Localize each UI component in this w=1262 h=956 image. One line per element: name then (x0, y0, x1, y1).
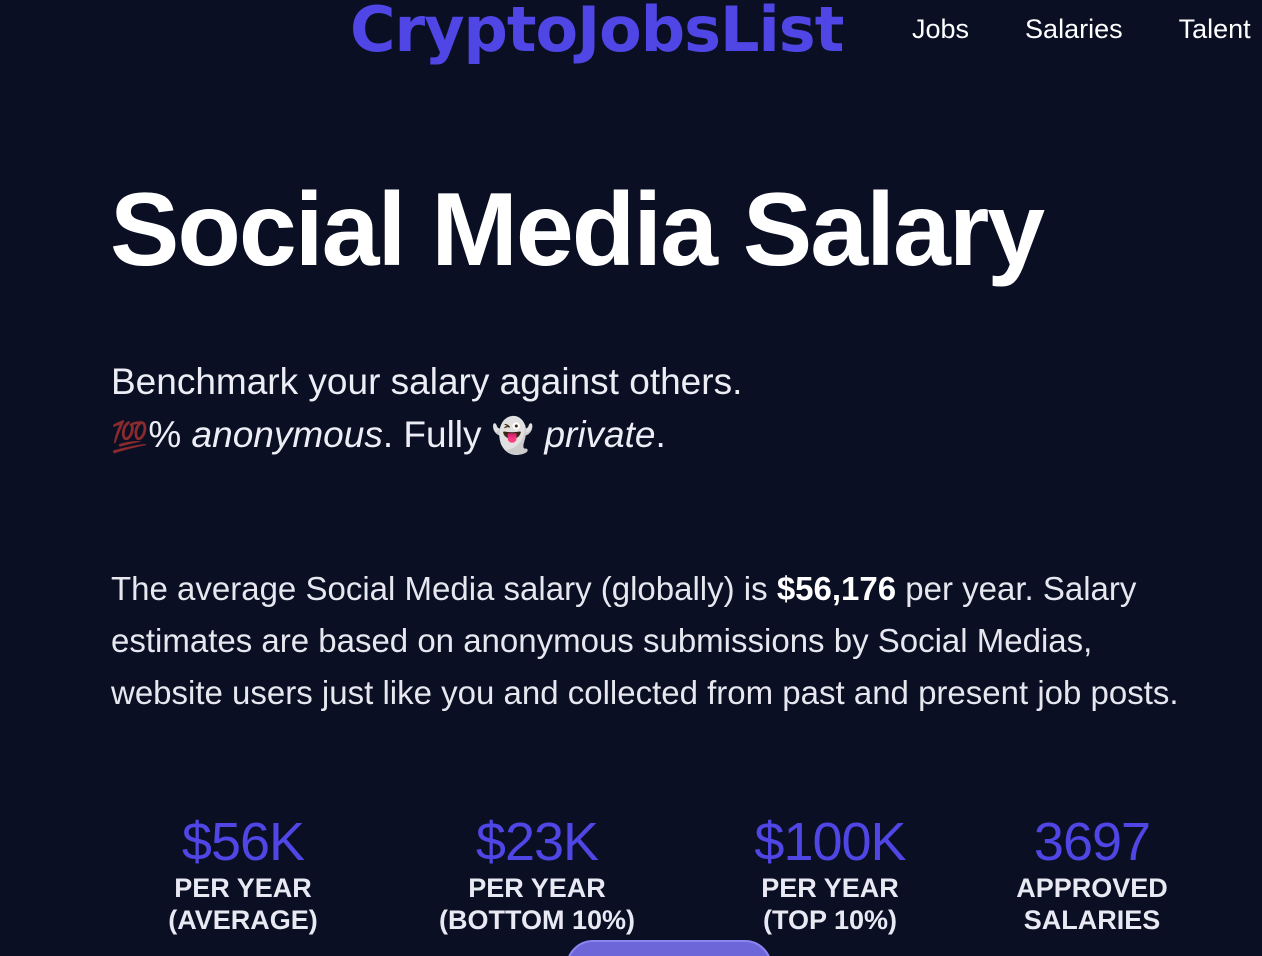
stat-approved: 3697 APPROVED SALARIES (1016, 812, 1168, 936)
stat-label-line2: (AVERAGE) (168, 905, 318, 935)
salary-description: The average Social Media salary (globall… (111, 563, 1191, 719)
tagline-end: . (655, 414, 666, 455)
tagline-line-2: 💯% anonymous. Fully 👻 private. (111, 408, 742, 464)
tagline-percent: % (148, 414, 192, 455)
stat-value: 3697 (1033, 812, 1151, 872)
nav-link-jobs[interactable]: Jobs (912, 12, 969, 46)
stat-label-line1: PER YEAR (761, 873, 899, 903)
stat-label-line2: (TOP 10%) (762, 905, 898, 935)
stat-value: $56K (181, 812, 305, 872)
ghost-emoji-icon: 👻 (491, 416, 535, 456)
tagline-line-1: Benchmark your salary against others. (111, 361, 743, 402)
page: CryptoJobsList Jobs Salaries Talent Soci… (0, 0, 1262, 956)
stat-label-line1: APPROVED (1016, 873, 1168, 903)
stat-value: $23K (475, 812, 599, 872)
stat-value: $100K (754, 812, 906, 872)
hundred-emoji-icon: 💯 (111, 420, 149, 455)
nav-link-talent[interactable]: Talent (1179, 12, 1251, 46)
cta-button[interactable] (566, 940, 772, 956)
tagline-fully: . Fully (382, 414, 492, 455)
nav-link-salaries[interactable]: Salaries (1025, 12, 1123, 46)
average-salary-amount: $56,176 (776, 570, 897, 607)
stat-label-line2: SALARIES (1023, 905, 1161, 935)
page-title: Social Media Salary (110, 172, 1045, 288)
salary-stats: $56K PER YEAR (AVERAGE) $23K PER YEAR (B… (0, 812, 1262, 956)
stat-bottom-10: $23K PER YEAR (BOTTOM 10%) (439, 812, 635, 936)
tagline: Benchmark your salary against others. 💯%… (111, 355, 742, 464)
description-prefix: The average Social Media salary (globall… (111, 570, 777, 607)
stat-top-10: $100K PER YEAR (TOP 10%) (754, 812, 906, 936)
main-nav: Jobs Salaries Talent (912, 12, 1251, 46)
stat-label-line1: PER YEAR (174, 873, 312, 903)
tagline-anonymous: anonymous (191, 414, 383, 455)
tagline-private: private (544, 414, 656, 455)
stat-label-line2: (BOTTOM 10%) (438, 905, 636, 935)
stat-average: $56K PER YEAR (AVERAGE) (168, 812, 318, 936)
site-logo[interactable]: CryptoJobsList (350, 0, 844, 66)
stat-label-line1: PER YEAR (468, 873, 606, 903)
